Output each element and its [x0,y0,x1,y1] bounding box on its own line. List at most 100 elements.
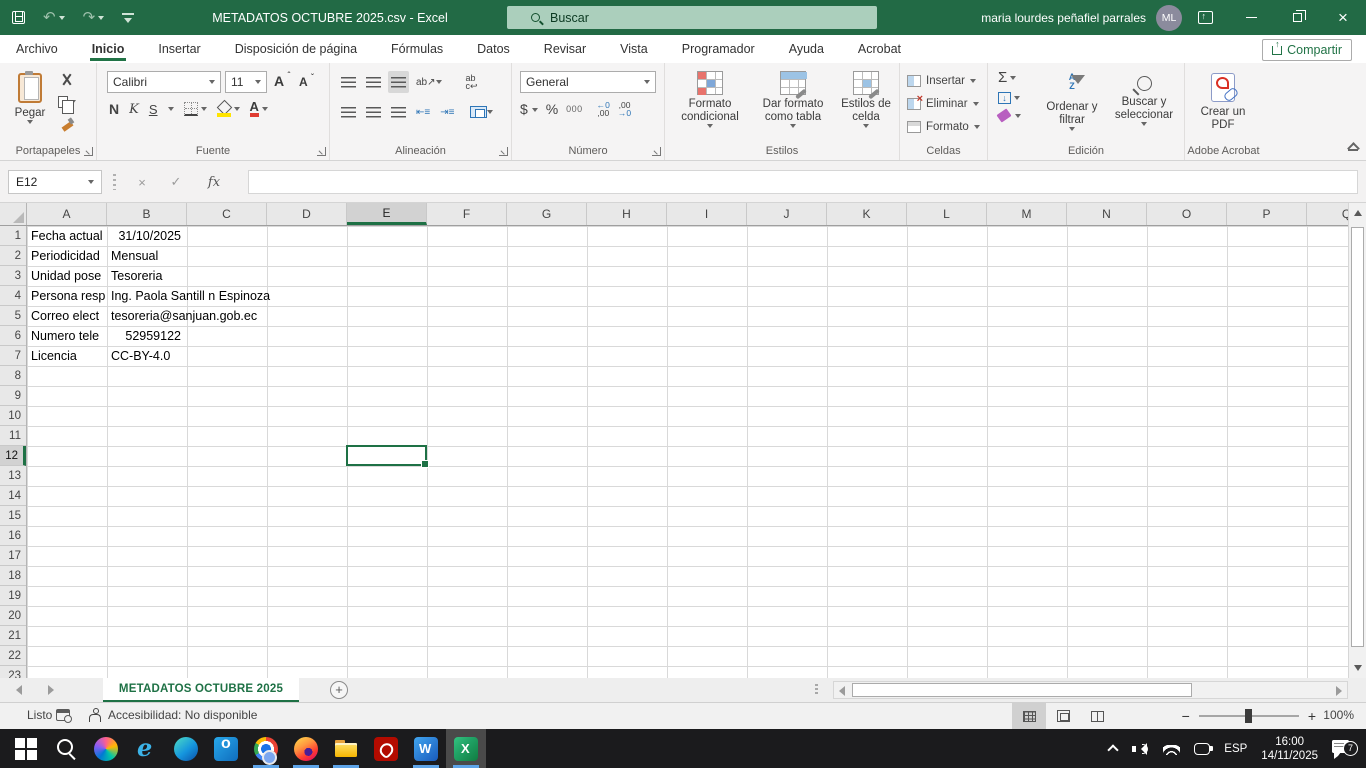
italic-button[interactable]: K [129,102,139,117]
comma-style-button[interactable]: 000 [566,104,583,114]
cell-A7-text[interactable]: Licencia [27,346,106,366]
previous-sheet-button[interactable] [16,685,22,695]
cell-A1-text[interactable]: Fecha actual [27,226,106,246]
chrome-taskbar-button[interactable] [246,729,286,768]
next-sheet-button[interactable] [48,685,54,695]
row-header-15[interactable]: 15 [0,506,26,526]
undo-button[interactable]: ↶ [43,10,65,25]
page-layout-button[interactable] [1046,703,1080,729]
excel-taskbar-button[interactable] [446,729,486,768]
align-top-button[interactable] [338,71,359,93]
column-header-L[interactable]: L [907,203,987,225]
bold-button[interactable]: N [109,101,119,117]
sheet-tab[interactable]: METADATOS OCTUBRE 2025 [103,678,299,702]
search-taskbar-button[interactable] [46,729,86,768]
tab-acrobat[interactable]: Acrobat [856,37,903,61]
row-header-14[interactable]: 14 [0,486,26,506]
row-header-7[interactable]: 7 [0,346,26,366]
row-header-8[interactable]: 8 [0,366,26,386]
edge-taskbar-button[interactable] [166,729,206,768]
sheet-grid[interactable]: Fecha actual31/10/2025PeriodicidadMensua… [27,226,1348,678]
column-header-M[interactable]: M [987,203,1067,225]
increase-font-size-button[interactable]: Aˆ [274,73,290,89]
scroll-left-button[interactable] [839,686,845,696]
underline-button[interactable]: S [149,102,158,117]
sheet-bar-splitter[interactable] [815,684,818,696]
record-macro-icon[interactable] [56,709,70,721]
column-header-A[interactable]: A [27,203,107,225]
insert-cells-button[interactable]: Insertar [907,69,980,92]
tab-revisar[interactable]: Revisar [542,37,588,61]
row-header-20[interactable]: 20 [0,606,26,626]
cell-styles-button[interactable]: Estilos de celda [835,65,897,149]
share-button[interactable]: Compartir [1262,39,1352,61]
wifi-icon[interactable] [1163,743,1180,755]
increase-decimal-button[interactable]: ←0,00 [597,101,610,117]
zoom-level[interactable]: 100% [1323,708,1354,722]
cut-icon[interactable] [60,73,74,87]
cell-B5-text[interactable]: tesoreria@sanjuan.gob.ec [107,306,257,326]
row-header-16[interactable]: 16 [0,526,26,546]
meet-now-icon[interactable] [1194,743,1210,755]
cell-B6-text[interactable]: 52959122 [107,326,184,346]
page-break-preview-button[interactable] [1080,703,1114,729]
fill-button[interactable]: ↓ [998,92,1021,104]
insert-function-button[interactable]: fx [200,170,228,194]
format-as-table-button[interactable]: Dar formato como tabla [751,65,835,149]
clipboard-dialog-launcher[interactable] [84,147,93,156]
name-box[interactable]: E12 [8,170,102,194]
create-pdf-button[interactable]: Crear un PDF [1193,67,1253,151]
column-header-J[interactable]: J [747,203,827,225]
column-header-B[interactable]: B [107,203,187,225]
selected-cell-outline[interactable] [346,445,427,466]
zoom-in-button[interactable]: + [1308,708,1316,724]
format-painter-icon[interactable] [61,117,74,130]
normal-view-button[interactable] [1012,703,1046,729]
avatar[interactable]: ML [1156,5,1182,31]
zoom-out-button[interactable]: − [1182,708,1190,724]
column-header-C[interactable]: C [187,203,267,225]
row-header-10[interactable]: 10 [0,406,26,426]
customize-quick-access-button[interactable] [122,13,134,22]
acrobat-taskbar-button[interactable] [366,729,406,768]
add-sheet-button[interactable]: + [330,681,348,699]
fill-color-button[interactable] [217,102,240,117]
row-header-5[interactable]: 5 [0,306,26,326]
column-header-I[interactable]: I [667,203,747,225]
tab-inicio[interactable]: Inicio [90,37,127,61]
column-header-Q[interactable]: Q [1307,203,1348,225]
tab-insertar[interactable]: Insertar [156,37,202,61]
row-header-22[interactable]: 22 [0,646,26,666]
tab-formulas[interactable]: Fórmulas [389,37,445,61]
alignment-dialog-launcher[interactable] [499,147,508,156]
cell-B7-text[interactable]: CC-BY-4.0 [107,346,170,366]
paste-button[interactable]: Pegar [8,67,52,151]
scroll-up-button[interactable] [1351,206,1364,219]
copy-button[interactable] [58,96,76,108]
number-dialog-launcher[interactable] [652,147,661,156]
font-dialog-launcher[interactable] [317,147,326,156]
row-header-23[interactable]: 23 [0,666,26,678]
save-button[interactable] [12,11,25,24]
cell-B2-text[interactable]: Mensual [107,246,158,266]
column-header-P[interactable]: P [1227,203,1307,225]
column-header-G[interactable]: G [507,203,587,225]
cell-A3-text[interactable]: Unidad pose [27,266,106,286]
tab-datos[interactable]: Datos [475,37,512,61]
row-header-1[interactable]: 1 [0,226,26,246]
tab-ayuda[interactable]: Ayuda [787,37,826,61]
align-middle-button[interactable] [363,71,384,93]
cell-A5-text[interactable]: Correo elect [27,306,106,326]
internet-explorer-taskbar-button[interactable] [126,729,166,768]
delete-cells-button[interactable]: Eliminar [907,92,980,115]
column-header-K[interactable]: K [827,203,907,225]
notifications-button[interactable]: 7 [1332,739,1356,759]
column-header-E[interactable]: E [347,203,427,225]
tray-expand-icon[interactable] [1108,744,1119,755]
row-header-9[interactable]: 9 [0,386,26,406]
align-bottom-button[interactable] [388,71,409,93]
firefox-taskbar-button[interactable] [286,729,326,768]
font-color-button[interactable]: A [250,101,268,117]
scroll-down-button[interactable] [1351,661,1364,674]
column-header-O[interactable]: O [1147,203,1227,225]
